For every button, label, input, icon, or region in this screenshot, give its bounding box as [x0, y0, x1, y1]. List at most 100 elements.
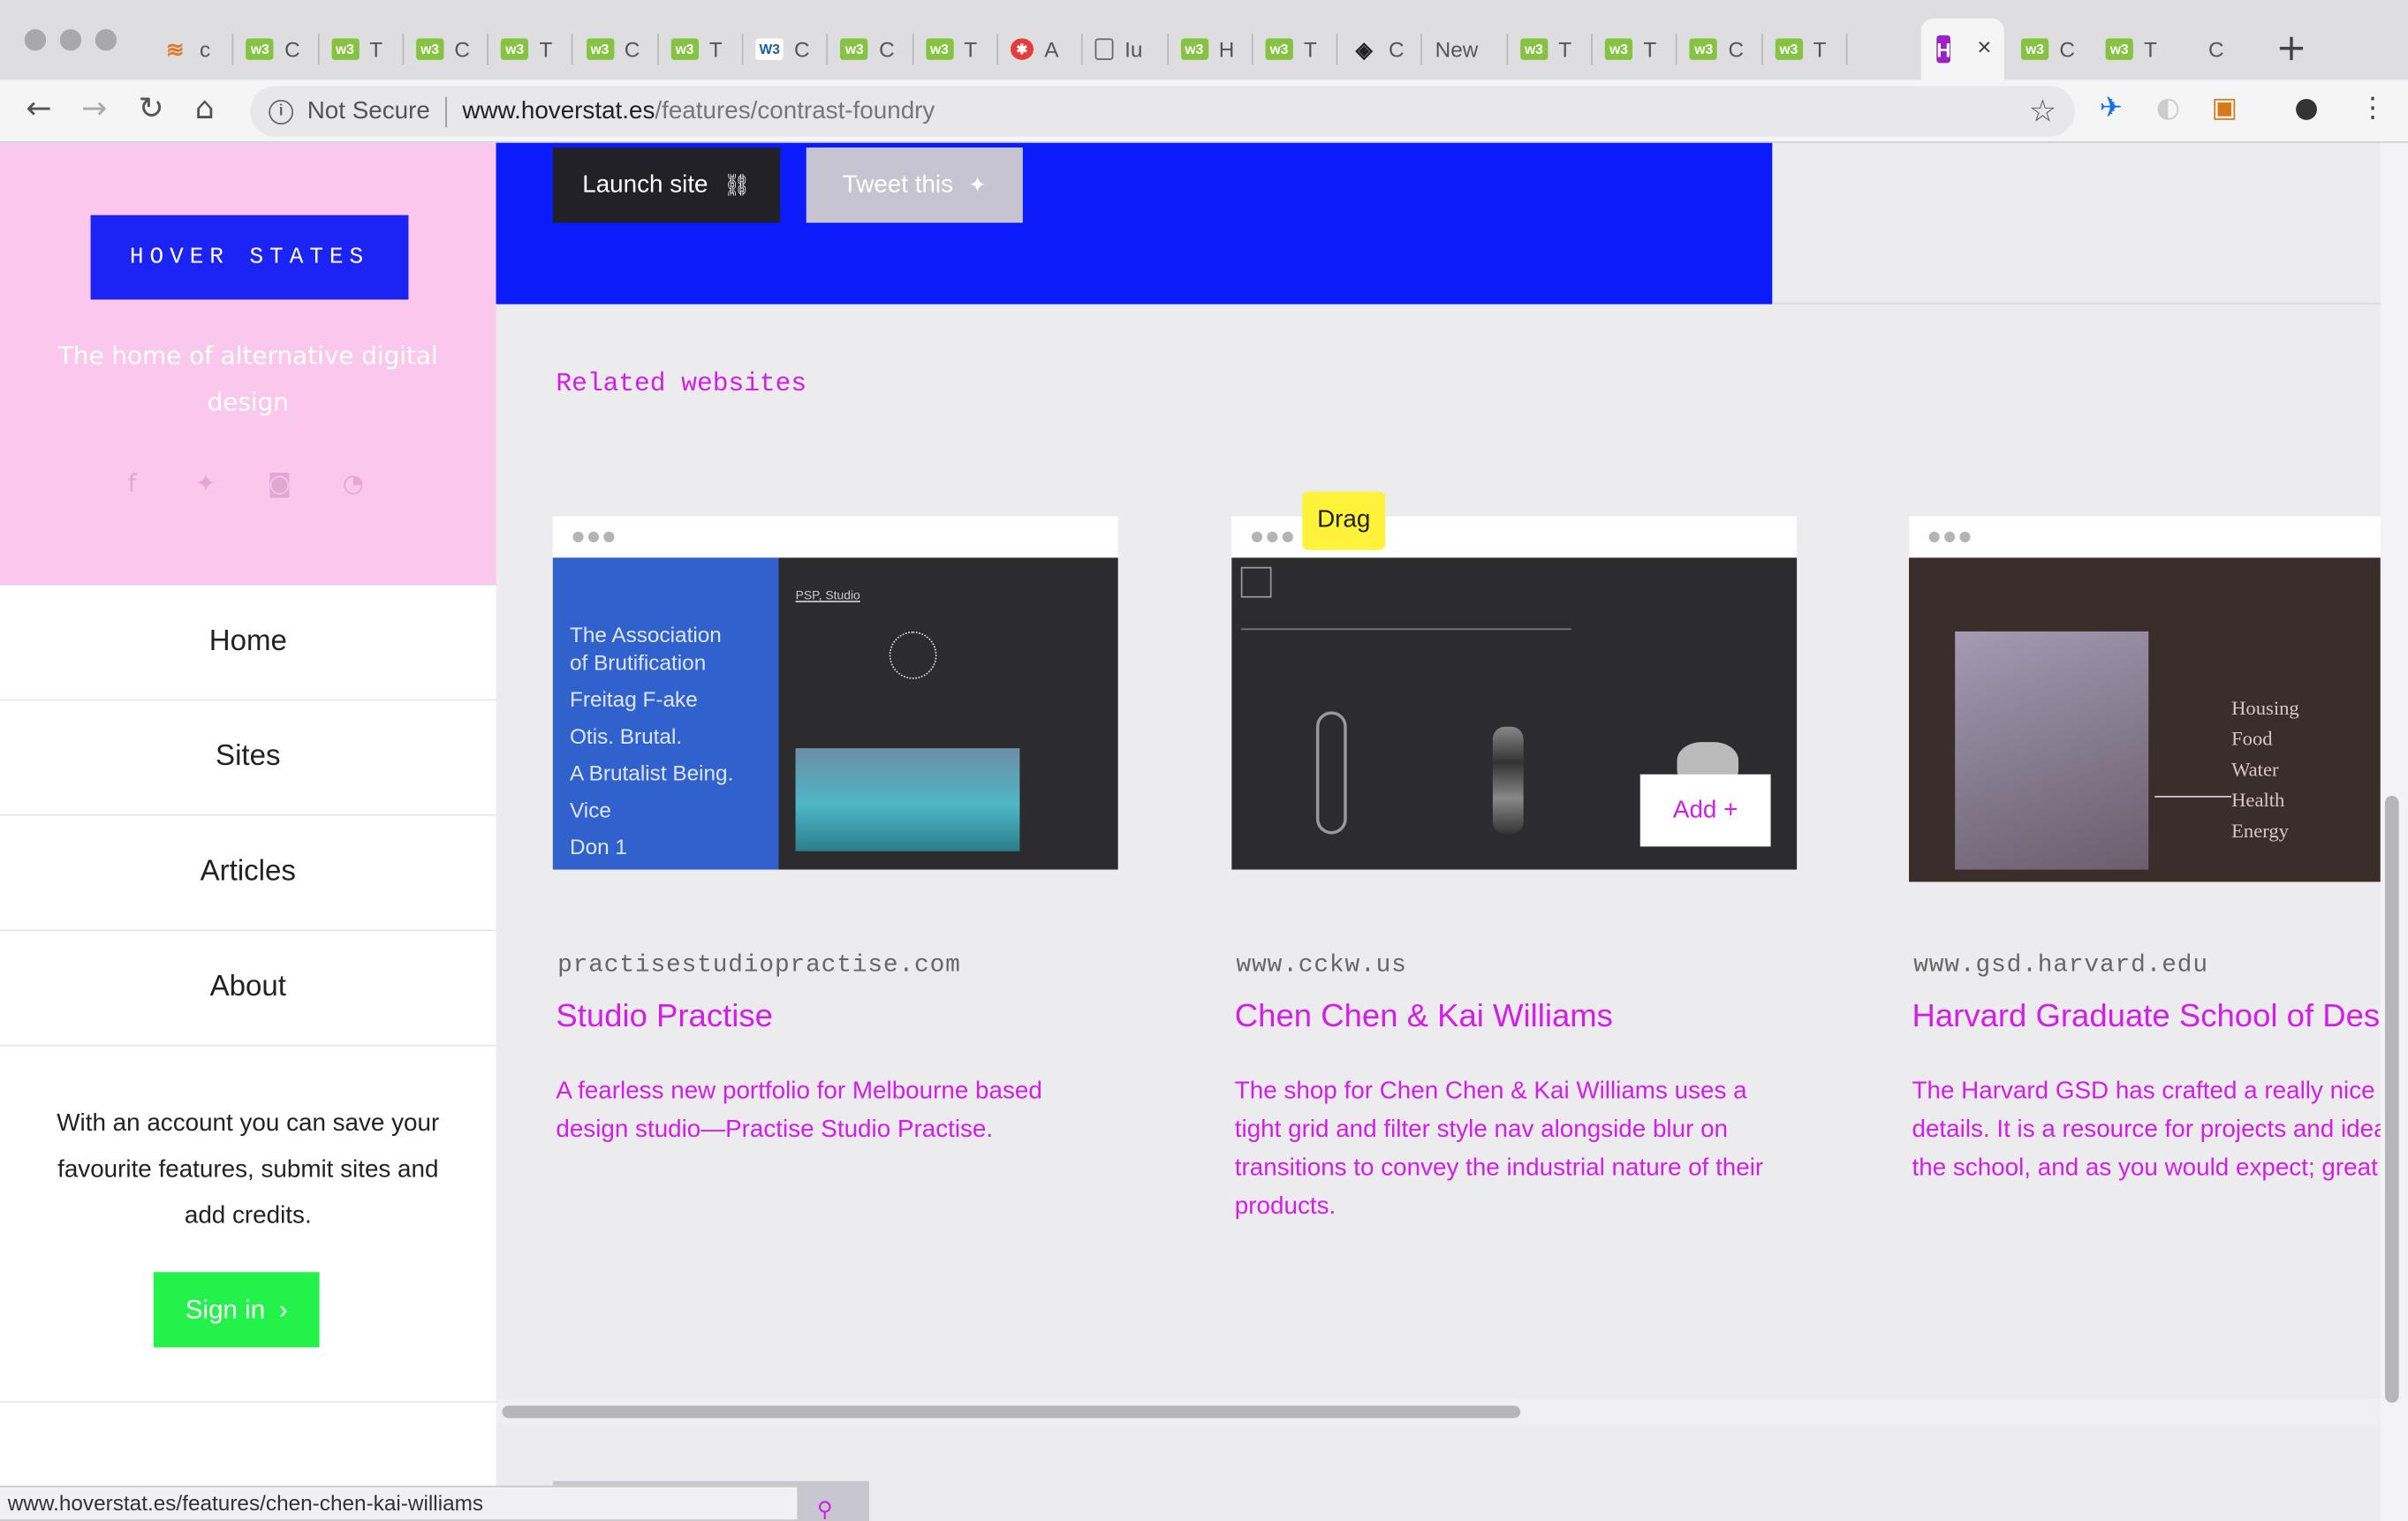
browser-toolbar: ← → ↻ ⌂ i Not Secure www.hoverstat.es/fe… — [0, 79, 2408, 143]
menu-kebab-icon[interactable]: ⋮ — [2359, 92, 2386, 125]
browser-tab[interactable]: C — [2196, 19, 2281, 80]
browser-tab[interactable]: W3 C — [744, 19, 829, 80]
w3-icon: w3 — [501, 38, 529, 60]
tab-title: T — [1643, 36, 1657, 62]
browser-tab[interactable]: w3 T — [913, 19, 999, 80]
browser-tab[interactable]: w3 C — [829, 19, 913, 80]
browser-tab[interactable]: w3 C — [573, 19, 659, 80]
nav-item-home[interactable]: Home — [0, 586, 496, 701]
screenshot-list: Housing Food Water Health Energy — [2231, 692, 2299, 846]
screenshot-line: Don 1 — [570, 834, 627, 859]
rss-icon[interactable]: ◔ — [337, 469, 368, 500]
close-window-button[interactable] — [24, 29, 47, 51]
home-icon[interactable]: ⌂ — [195, 89, 215, 126]
close-tab-icon[interactable]: × — [1977, 35, 1991, 63]
tab-title: Iu — [1124, 36, 1143, 62]
clock-icon — [889, 631, 937, 679]
card-title[interactable]: Harvard Graduate School of Design — [1912, 999, 2380, 1036]
camera-extension-icon[interactable]: ▣ — [2212, 92, 2238, 125]
card-description: The Harvard GSD has crafted a really nic… — [1912, 1078, 2380, 1182]
browser-tab[interactable]: w3 C — [404, 19, 489, 80]
w3-icon: w3 — [1265, 38, 1293, 60]
reload-icon[interactable]: ↻ — [138, 89, 163, 126]
sign-in-label: Sign in — [185, 1294, 266, 1324]
window-dots-icon — [1928, 531, 1971, 543]
browser-tab[interactable]: Iu — [1083, 19, 1169, 80]
browser-tab[interactable]: New — [1423, 19, 1508, 80]
tab-title: T — [1813, 36, 1827, 62]
status-bar-url: www.hoverstat.es/features/chen-chen-kai-… — [0, 1485, 799, 1521]
bird-extension-icon[interactable]: ✈ — [2100, 92, 2123, 125]
site-screenshot[interactable]: Housing Food Water Health Energy — [1909, 557, 2381, 882]
sign-in-button[interactable]: Sign in › — [153, 1272, 320, 1348]
window-dots-icon — [1251, 531, 1293, 543]
card-browser-frame: Add + Drag — [1231, 491, 1798, 870]
browser-tab[interactable]: w3 T — [1253, 19, 1338, 80]
browser-window: ≋ c w3 Cw3 Tw3 Cw3 Tw3 Cw3 T W3 Cw3 Cw3 T ✱ A Iu w3 Hw3 T ◈… — [0, 0, 2408, 1521]
browser-tab[interactable]: w3 T — [1508, 19, 1594, 80]
add-button[interactable]: Add + — [1639, 774, 1771, 847]
url-path: /features/contrast-foundry — [655, 97, 935, 125]
twitter-icon[interactable]: ✦ — [191, 469, 222, 500]
browser-tab[interactable]: ✱ A — [998, 19, 1084, 80]
browser-tab[interactable]: w3 T — [488, 19, 574, 80]
back-arrow-icon[interactable]: ← — [27, 89, 52, 126]
browser-tab[interactable]: w3 T — [1593, 19, 1678, 80]
tab-title: A — [1044, 36, 1059, 62]
browser-tab[interactable]: w3 C — [1677, 19, 1763, 80]
tab-title: T — [539, 36, 553, 62]
browser-tab[interactable]: w3 H — [1168, 19, 1253, 80]
tweet-this-label: Tweet this — [842, 170, 954, 198]
browser-tab[interactable]: ◈ C — [1338, 19, 1423, 80]
asterisk-icon: ✱ — [1010, 38, 1034, 60]
screenshot-line: A Brutalist Being. — [570, 760, 734, 785]
site-screenshot[interactable]: Add + — [1231, 557, 1798, 870]
social-links: f ✦ ◙ ◔ — [0, 469, 496, 506]
tweet-this-button[interactable]: Tweet this ✦ — [806, 147, 1023, 223]
screenshot-list-item: Housing — [2231, 695, 2299, 720]
toggle-extension-icon[interactable]: ◐ — [2156, 92, 2180, 125]
browser-tab[interactable]: w3 T — [2094, 19, 2178, 80]
search-icon[interactable]: ⚲ — [817, 1498, 833, 1521]
vertical-scrollbar[interactable] — [2384, 796, 2399, 1404]
launch-site-button[interactable]: Launch site ⛓ — [552, 147, 781, 223]
instagram-icon[interactable]: ◙ — [264, 469, 295, 500]
card-title[interactable]: Chen Chen & Kai Williams — [1235, 999, 1613, 1036]
screenshot-label: PSP, Studio — [795, 588, 860, 602]
info-icon[interactable]: i — [269, 99, 294, 125]
browser-tab[interactable]: w3 T — [658, 19, 744, 80]
profile-icon[interactable]: ● — [2294, 92, 2318, 125]
screenshot-list-item: Food — [2231, 726, 2273, 750]
screenshot-photo — [795, 748, 1020, 851]
browser-tab[interactable]: w3 T — [1762, 19, 1848, 80]
w3-icon: w3 — [840, 38, 868, 60]
bookmark-star-icon[interactable]: ☆ — [2029, 92, 2056, 130]
tab-title: C — [879, 36, 895, 62]
maximize-window-button[interactable] — [95, 29, 117, 51]
browser-tab[interactable]: w3 C — [2009, 19, 2094, 80]
tab-title: T — [1303, 36, 1317, 62]
site-screenshot[interactable]: The Association of Brutification Freitag… — [552, 557, 1118, 870]
nav-item-about[interactable]: About — [0, 931, 496, 1047]
forward-arrow-icon[interactable]: → — [81, 89, 107, 126]
browser-tab[interactable]: w3 T — [319, 19, 405, 80]
site-logo[interactable]: HOVER STATES — [90, 215, 409, 300]
card-domain: practisestudiopractise.com — [557, 950, 961, 979]
related-heading: Related websites — [556, 370, 807, 400]
browser-tab[interactable]: w3 C — [234, 19, 319, 80]
new-tab-button[interactable]: + — [2276, 26, 2307, 70]
minimize-window-button[interactable] — [59, 29, 82, 51]
facebook-icon[interactable]: f — [117, 469, 148, 500]
tab-active[interactable]: H × — [1920, 18, 2004, 80]
horizontal-scrollbar[interactable] — [502, 1405, 1521, 1419]
card-title[interactable]: Studio Practise — [556, 999, 773, 1036]
tab-separator — [1845, 34, 1848, 65]
nav-item-sites[interactable]: Sites — [0, 700, 496, 816]
address-bar[interactable]: i Not Secure www.hoverstat.es/features/c… — [250, 86, 2075, 137]
screenshot-photo — [1955, 631, 2149, 870]
w3-icon: w3 — [925, 38, 954, 60]
card-clip: Housing Food Water Health Energy www.gsd… — [1909, 143, 2381, 1521]
nav-item-articles[interactable]: Articles — [0, 816, 496, 932]
screenshot-rule — [2154, 796, 2232, 798]
browser-tab[interactable]: ≋ c — [149, 19, 234, 80]
